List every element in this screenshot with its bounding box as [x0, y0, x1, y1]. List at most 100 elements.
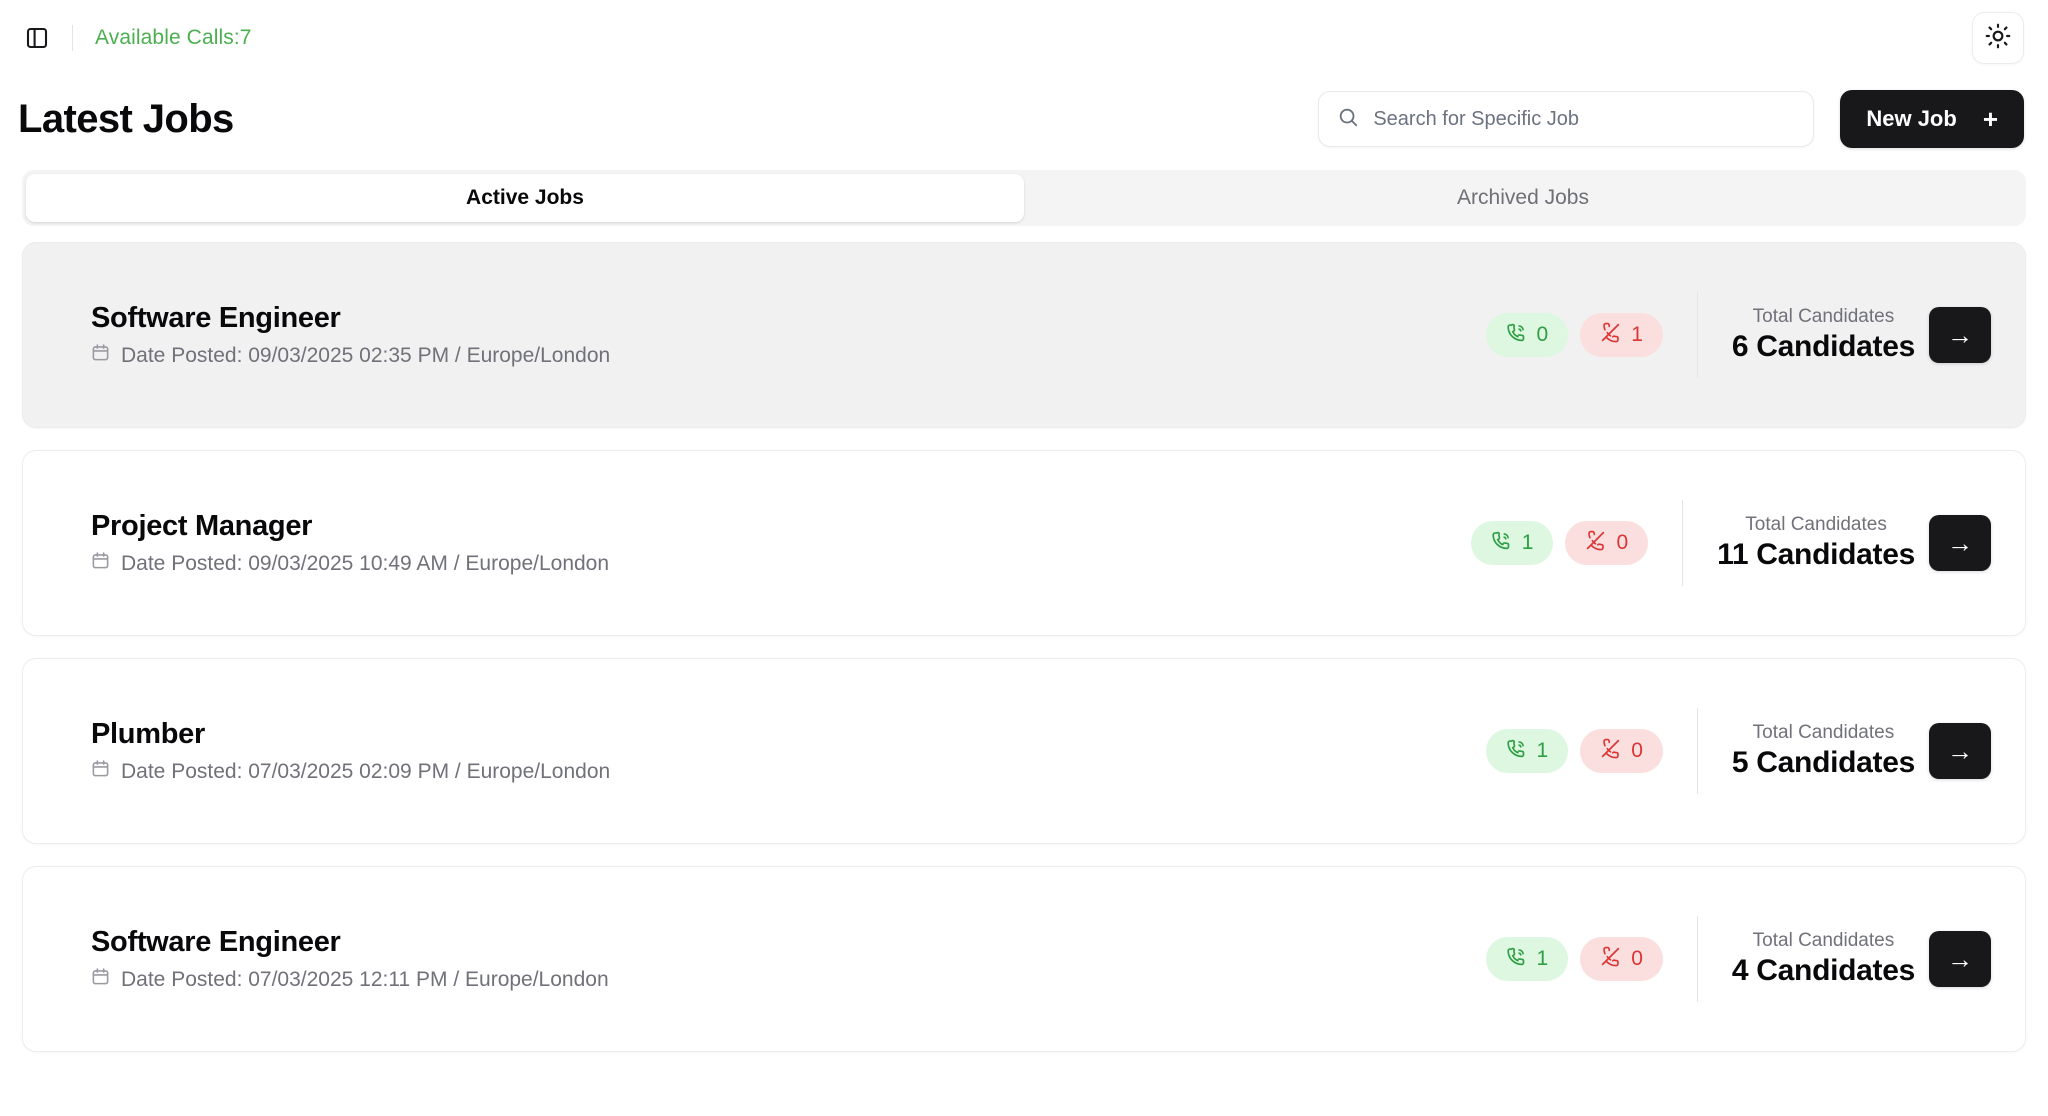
stats-divider — [1696, 916, 1698, 1002]
total-candidates-label: Total Candidates — [1752, 306, 1895, 327]
candidates-block: Total Candidates 11 Candidates → — [1717, 514, 1991, 572]
new-job-button[interactable]: New Job + — [1840, 90, 2024, 148]
candidates-count: 11 Candidates — [1717, 538, 1915, 571]
open-job-button[interactable]: → — [1929, 515, 1991, 571]
answered-calls-badge: 1 — [1485, 729, 1569, 773]
sun-icon — [1985, 23, 2011, 54]
tab-archived-jobs[interactable]: Archived Jobs — [1024, 174, 2022, 222]
arrow-right-icon: → — [1947, 735, 1973, 766]
job-card-info: Software Engineer Date Posted: 07/03/202… — [91, 926, 609, 992]
phone-off-icon — [1585, 530, 1606, 557]
job-date-row: Date Posted: 07/03/2025 12:11 PM / Europ… — [91, 967, 609, 992]
stats-divider — [1696, 292, 1698, 378]
candidates-count: 5 Candidates — [1731, 746, 1915, 779]
candidates-block: Total Candidates 5 Candidates → — [1732, 722, 1991, 780]
phone-call-icon — [1506, 322, 1527, 349]
job-date-text: Date Posted: 07/03/2025 02:09 PM / Europ… — [121, 759, 611, 783]
theme-toggle-button[interactable] — [1972, 12, 2024, 64]
total-candidates-label: Total Candidates — [1745, 514, 1887, 535]
candidates-count: 6 Candidates — [1731, 330, 1915, 363]
search-input[interactable] — [1373, 107, 1796, 131]
stats-divider — [1696, 708, 1698, 794]
candidates-count: 4 Candidates — [1731, 954, 1915, 987]
missed-calls-badge: 0 — [1565, 521, 1649, 565]
phone-off-icon — [1600, 322, 1621, 349]
job-card[interactable]: Software Engineer Date Posted: 07/03/202… — [22, 866, 2026, 1052]
arrow-right-icon: → — [1947, 943, 1973, 974]
job-card-stats: 1 0 Total Can — [1470, 500, 1991, 586]
missed-calls-badge: 1 — [1580, 313, 1663, 357]
job-card-stats: 1 0 Total Can — [1485, 708, 1991, 794]
answered-calls-badge: 1 — [1470, 521, 1554, 565]
jobs-tab-bar: Active Jobs Archived Jobs — [22, 170, 2026, 226]
job-title: Software Engineer — [91, 302, 341, 334]
calendar-icon — [91, 551, 110, 576]
topbar-divider — [72, 25, 73, 51]
job-date-row: Date Posted: 09/03/2025 02:35 PM / Europ… — [91, 343, 610, 368]
total-candidates-label: Total Candidates — [1752, 722, 1895, 743]
tab-active-jobs[interactable]: Active Jobs — [26, 174, 1024, 222]
answered-calls-count: 0 — [1536, 323, 1549, 346]
candidates-block: Total Candidates 4 Candidates → — [1732, 930, 1991, 988]
missed-calls-badge: 0 — [1580, 937, 1663, 981]
search-box[interactable] — [1318, 91, 1815, 147]
candidates-text: Total Candidates 6 Candidates — [1732, 306, 1915, 364]
answered-calls-count: 1 — [1536, 739, 1549, 762]
call-badges: 0 1 — [1485, 313, 1663, 357]
stats-divider — [1682, 500, 1684, 586]
open-job-button[interactable]: → — [1929, 931, 1991, 987]
job-card[interactable]: Plumber Date Posted: 07/03/2025 02:09 PM… — [22, 658, 2026, 844]
phone-call-icon — [1506, 738, 1527, 765]
calendar-icon — [91, 759, 110, 784]
calendar-icon — [91, 967, 110, 992]
job-card[interactable]: Software Engineer Date Posted: 09/03/202… — [22, 242, 2026, 428]
page-title: Latest Jobs — [18, 96, 234, 141]
calendar-icon — [91, 343, 110, 368]
tab-active-jobs-label: Active Jobs — [466, 186, 584, 209]
new-job-label: New Job — [1866, 106, 1957, 131]
call-badges: 1 0 — [1485, 729, 1663, 773]
answered-calls-badge: 1 — [1485, 937, 1569, 981]
job-title: Plumber — [91, 718, 205, 750]
job-date-text: Date Posted: 09/03/2025 10:49 AM / Europ… — [121, 551, 610, 575]
missed-calls-count: 0 — [1631, 947, 1643, 970]
job-card[interactable]: Project Manager Date Posted: 09/03/2025 … — [22, 450, 2026, 636]
job-title: Software Engineer — [91, 926, 341, 958]
panel-left-icon[interactable] — [20, 21, 54, 55]
candidates-text: Total Candidates 4 Candidates — [1732, 930, 1915, 988]
arrow-right-icon: → — [1947, 319, 1973, 350]
job-card-stats: 0 1 Total Candidates 6 Candidates → — [1485, 292, 1991, 378]
missed-calls-count: 0 — [1631, 739, 1643, 762]
total-candidates-label: Total Candidates — [1752, 930, 1895, 951]
job-card-info: Software Engineer Date Posted: 09/03/202… — [91, 302, 610, 368]
job-date-row: Date Posted: 09/03/2025 10:49 AM / Europ… — [91, 551, 609, 576]
job-card-info: Plumber Date Posted: 07/03/2025 02:09 PM… — [91, 718, 610, 784]
tab-archived-jobs-label: Archived Jobs — [1457, 186, 1589, 209]
job-date-text: Date Posted: 07/03/2025 12:11 PM / Europ… — [121, 967, 609, 991]
plus-icon: + — [1982, 104, 1998, 134]
phone-off-icon — [1600, 738, 1621, 765]
job-card-info: Project Manager Date Posted: 09/03/2025 … — [91, 510, 609, 576]
open-job-button[interactable]: → — [1929, 307, 1991, 363]
header-actions: New Job + — [1318, 90, 2024, 148]
missed-calls-count: 0 — [1616, 531, 1629, 554]
missed-calls-badge: 0 — [1580, 729, 1663, 773]
open-job-button[interactable]: → — [1929, 723, 1991, 779]
answered-calls-badge: 0 — [1485, 313, 1569, 357]
job-list: Software Engineer Date Posted: 09/03/202… — [22, 242, 2026, 1052]
available-calls-status: Available Calls:7 — [95, 26, 252, 49]
page-header: Latest Jobs New Job + — [0, 76, 2048, 162]
candidates-text: Total Candidates 11 Candidates — [1717, 514, 1915, 572]
job-date-row: Date Posted: 07/03/2025 02:09 PM / Europ… — [91, 759, 610, 784]
candidates-block: Total Candidates 6 Candidates → — [1732, 306, 1991, 364]
job-title: Project Manager — [91, 510, 313, 542]
call-badges: 1 0 — [1485, 937, 1663, 981]
call-badges: 1 0 — [1470, 521, 1649, 565]
top-bar: Available Calls:7 — [0, 0, 2048, 76]
job-card-stats: 1 0 Total Can — [1485, 916, 1991, 1002]
missed-calls-count: 1 — [1631, 323, 1643, 346]
answered-calls-count: 1 — [1536, 947, 1549, 970]
arrow-right-icon: → — [1947, 527, 1973, 558]
phone-call-icon — [1506, 946, 1527, 973]
search-icon — [1337, 106, 1359, 133]
